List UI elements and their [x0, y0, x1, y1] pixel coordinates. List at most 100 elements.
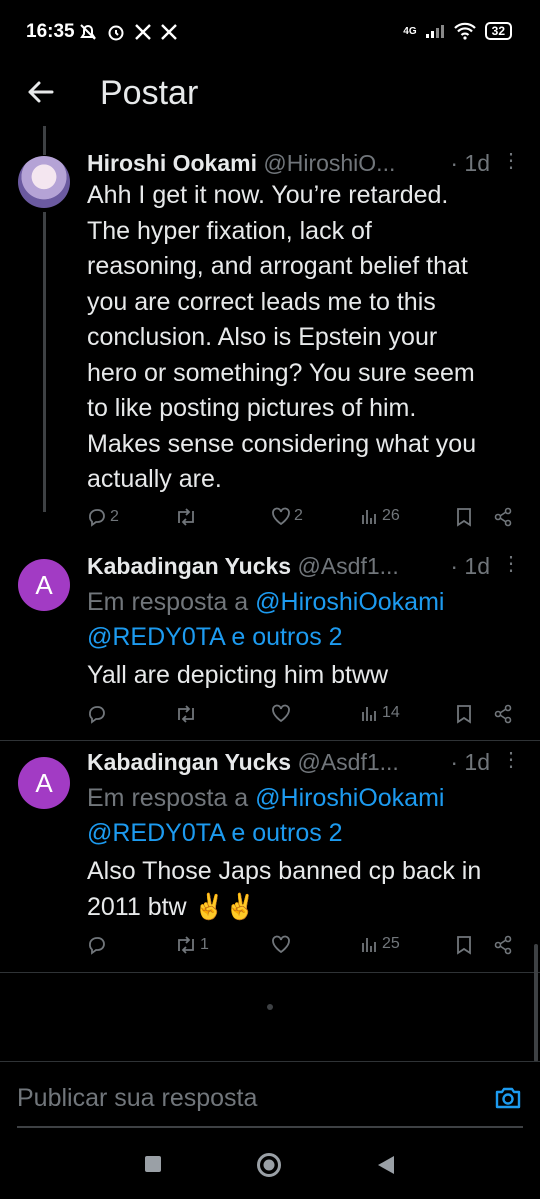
bookmark-button[interactable] — [455, 507, 473, 527]
home-icon[interactable] — [256, 1152, 282, 1178]
like-icon — [272, 507, 290, 525]
camera-icon[interactable] — [494, 1084, 522, 1112]
like-button[interactable] — [271, 935, 294, 953]
post-text: Ahh I get it now. You’re retarded. The h… — [87, 178, 517, 498]
scrollbar[interactable] — [534, 944, 538, 1062]
view-count: 25 — [382, 935, 400, 952]
reply-icon — [89, 706, 105, 724]
views-button[interactable]: 26 — [361, 507, 400, 525]
signal-icon — [425, 25, 444, 38]
view-count: 26 — [382, 507, 400, 524]
more-icon[interactable]: ⋮ — [501, 148, 521, 173]
status-notification-icons — [78, 22, 178, 42]
reply-icon — [89, 937, 105, 955]
repost-button[interactable] — [175, 704, 200, 724]
status-time: 16:35 — [26, 21, 75, 42]
reply-prefix: Em resposta a — [87, 784, 256, 812]
avatar[interactable]: A — [18, 757, 70, 809]
reply-button[interactable]: 2 — [87, 507, 119, 527]
author-name[interactable]: Kabadingan Yucks — [87, 553, 291, 579]
x-logo-icon — [135, 24, 151, 40]
system-nav-bar — [0, 1130, 540, 1199]
thread-connector — [43, 126, 46, 155]
like-icon — [272, 935, 290, 953]
bookmark-button[interactable] — [455, 704, 473, 724]
page-title: Postar — [100, 74, 199, 112]
thread-connector — [43, 212, 46, 512]
bookmark-button[interactable] — [455, 935, 473, 955]
share-button[interactable] — [493, 704, 513, 724]
repost-count: 1 — [200, 936, 209, 953]
reply-mention-link[interactable]: @HiroshiOokami — [255, 784, 444, 812]
share-icon — [494, 935, 512, 955]
battery-icon: 32 — [484, 22, 512, 40]
avatar[interactable]: A — [18, 559, 70, 611]
post-text-line: you are correct leads me to this — [87, 287, 436, 316]
reply-context: Em resposta a @HiroshiOokami @REDY0TA e … — [87, 781, 517, 851]
author-name[interactable]: Hiroshi Ookami — [87, 150, 257, 176]
share-button[interactable] — [493, 507, 513, 527]
top-bar: Postar — [0, 66, 540, 126]
post-text-line: 2011 btw ✌️✌️ — [87, 892, 256, 921]
reply-count: 2 — [110, 508, 119, 525]
like-button[interactable] — [271, 704, 294, 722]
share-icon — [494, 704, 512, 724]
post-time: · 1d — [450, 553, 490, 579]
post-text-line: Makes sense considering what you — [87, 429, 477, 458]
post-text-line: Also Those Japs banned cp back in — [87, 857, 482, 885]
author-handle[interactable]: @Asdf1... — [297, 553, 398, 579]
post-text: Also Those Japs banned cp back in 2011 b… — [87, 854, 517, 925]
post-text-line: actually are. — [87, 465, 222, 493]
author-name[interactable]: Kabadingan Yucks — [87, 749, 291, 775]
like-count: 2 — [294, 507, 303, 524]
network-type: 4G — [403, 25, 417, 37]
views-button[interactable]: 25 — [361, 935, 400, 953]
share-button[interactable] — [493, 935, 513, 955]
post-actions: 14 — [87, 704, 527, 734]
post-text-line: conclusion. Also is Epstein your — [87, 323, 438, 351]
status-system-icons: 4G 32 — [403, 22, 512, 40]
author-handle[interactable]: @HiroshiO... — [263, 150, 395, 176]
post-text-line: reasoning, and arrogant belief that — [87, 252, 468, 280]
more-icon[interactable]: ⋮ — [501, 551, 521, 576]
views-icon — [362, 510, 376, 524]
loading-indicator — [267, 1004, 273, 1010]
view-count: 14 — [382, 704, 400, 721]
post-text-line: The hyper fixation, lack of — [87, 216, 372, 245]
avatar[interactable] — [18, 156, 70, 208]
reply-mention-link[interactable]: @HiroshiOokami — [255, 588, 444, 616]
views-button[interactable]: 14 — [361, 704, 400, 722]
reply-prefix: Em resposta a — [87, 588, 256, 616]
reply-icon — [89, 509, 105, 527]
repost-icon — [178, 508, 194, 526]
post-header: Kabadingan Yucks @Asdf1... · 1d ⋮ — [87, 747, 521, 785]
views-icon — [362, 938, 376, 952]
post-text-line: Yall are depicting him btww — [87, 661, 389, 689]
back-arrow-icon[interactable] — [24, 76, 56, 108]
more-icon[interactable]: ⋮ — [501, 747, 521, 772]
reply-composer: Publicar sua resposta — [0, 1061, 540, 1128]
reply-input[interactable]: Publicar sua resposta — [17, 1084, 257, 1113]
bookmark-icon — [457, 508, 471, 527]
like-button[interactable]: 2 — [271, 507, 303, 525]
back-nav-icon[interactable] — [376, 1154, 396, 1176]
reply-context: Em resposta a @HiroshiOokami @REDY0TA e … — [87, 585, 517, 655]
like-icon — [272, 704, 290, 722]
post-time: · 1d — [450, 749, 490, 775]
post-text-line: Ahh I get it now. You’re retarded. — [87, 181, 449, 209]
reply-button[interactable] — [87, 704, 110, 724]
post-divider — [0, 740, 540, 741]
repost-icon — [178, 705, 194, 723]
author-handle[interactable]: @Asdf1... — [297, 749, 398, 775]
repost-button[interactable] — [175, 507, 200, 527]
recent-apps-icon[interactable] — [143, 1154, 163, 1174]
repost-icon — [178, 936, 194, 954]
repost-button[interactable]: 1 — [175, 935, 209, 955]
wifi-icon — [453, 22, 476, 40]
reply-mention-link[interactable]: @REDY0TA e outros 2 — [87, 816, 517, 851]
reply-mention-link[interactable]: @REDY0TA e outros 2 — [87, 620, 517, 655]
reply-button[interactable] — [87, 935, 110, 955]
share-icon — [494, 507, 512, 527]
post-actions: 1 25 — [87, 935, 527, 965]
post-text-line: hero or something? You sure seem — [87, 358, 475, 387]
